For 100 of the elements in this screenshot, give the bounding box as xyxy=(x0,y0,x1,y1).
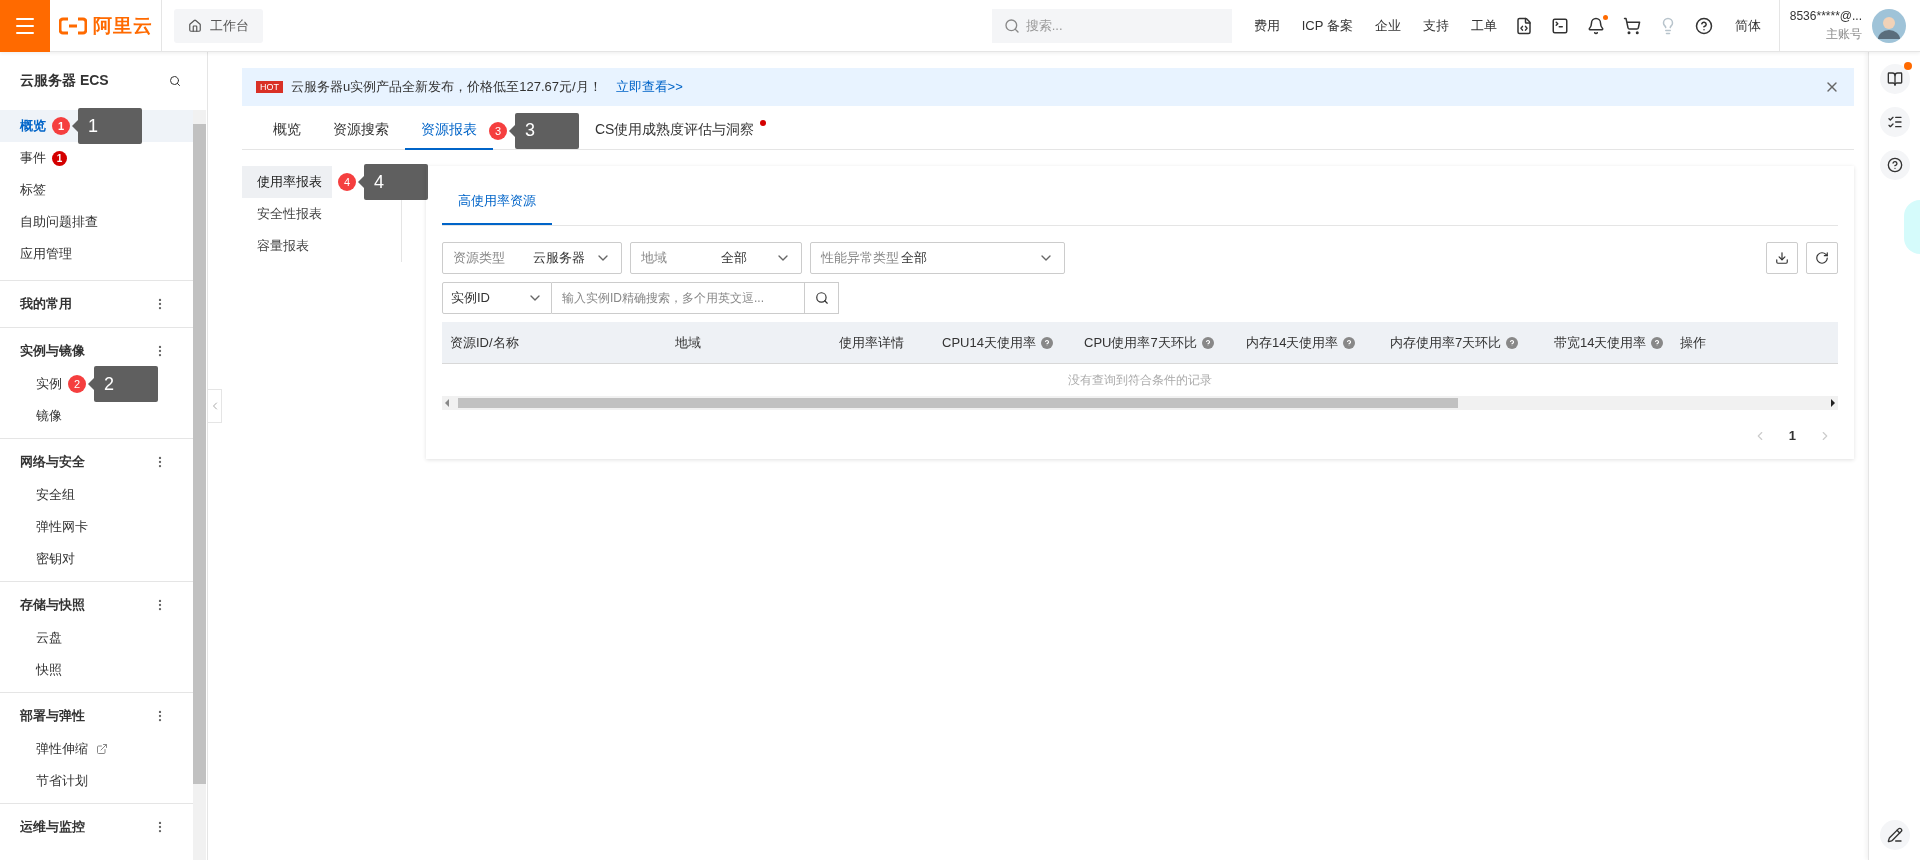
sidebar-item[interactable]: 密钥对 xyxy=(0,543,193,575)
cart-button[interactable] xyxy=(1622,16,1641,35)
menu-button[interactable] xyxy=(0,0,50,52)
help-button[interactable] xyxy=(1879,150,1910,180)
tab[interactable]: 概览 xyxy=(257,111,317,150)
search-icon xyxy=(814,291,829,305)
sidebar-item[interactable]: 概览 1 1 xyxy=(0,110,193,142)
sidebar-item[interactable]: 弹性伸缩 xyxy=(0,733,193,765)
search-icon[interactable] xyxy=(169,75,181,87)
workbench-button[interactable]: 工作台 xyxy=(174,8,263,43)
group-title[interactable]: 网络与安全 xyxy=(20,453,85,471)
step-badge: 3 xyxy=(489,121,507,140)
step-callout: 3 xyxy=(509,112,579,149)
bell-icon xyxy=(1586,16,1605,35)
language-link[interactable]: 简体 xyxy=(1734,16,1761,35)
report-nav-item[interactable]: 安全性报表 xyxy=(242,198,332,230)
bell-button[interactable] xyxy=(1586,16,1605,35)
nav-link[interactable]: 费用 xyxy=(1253,16,1280,35)
sidebar-item[interactable]: 云盘 xyxy=(0,622,193,654)
filter-select[interactable]: 资源类型 云服务器 xyxy=(442,242,622,274)
sidebar-item[interactable]: 事件 1 xyxy=(0,142,193,174)
nav-link[interactable]: 工单 xyxy=(1470,16,1497,35)
sidebar-item[interactable]: 节省计划 xyxy=(0,765,193,797)
download-button[interactable] xyxy=(1766,242,1798,274)
step-callout: 4 xyxy=(358,164,428,200)
checklist-icon xyxy=(1886,114,1903,130)
filter-select[interactable]: 地域 全部 xyxy=(630,242,802,274)
id-type-select[interactable]: 实例ID xyxy=(442,282,552,314)
tab[interactable]: CS使用成熟度评估与洞察 xyxy=(579,111,771,150)
help-icon xyxy=(1040,336,1053,349)
column-header: 内存使用率7天环比 xyxy=(1390,333,1502,352)
nav-link[interactable]: ICP 备案 xyxy=(1301,16,1353,35)
sidebar-item[interactable]: 镜像 xyxy=(0,400,193,432)
help-button[interactable] xyxy=(1694,16,1713,35)
download-icon xyxy=(1775,251,1789,265)
sidebar-item[interactable]: 弹性网卡 xyxy=(0,511,193,543)
sidebar-item[interactable]: 标签 xyxy=(0,174,193,206)
column-header: 资源ID/名称 xyxy=(450,333,519,352)
step-callout: 1 xyxy=(72,108,142,144)
account-name[interactable]: 8536*****@... xyxy=(1789,8,1862,23)
group-title[interactable]: 运维与监控 xyxy=(20,818,85,836)
sidebar-item[interactable]: 快照 xyxy=(0,654,193,686)
refresh-icon xyxy=(1815,251,1829,265)
external-link-icon xyxy=(96,743,108,755)
tab[interactable]: 高使用率资源 xyxy=(442,179,552,225)
column-header: 内存14天使用率 xyxy=(1246,333,1339,352)
help-icon xyxy=(1201,336,1214,349)
help-icon xyxy=(1343,336,1356,349)
nav-link[interactable]: 支持 xyxy=(1422,16,1449,35)
avatar[interactable] xyxy=(1872,8,1906,43)
help-icon xyxy=(1694,16,1713,35)
column-header: 带宽14天使用率 xyxy=(1554,333,1647,352)
book-button[interactable] xyxy=(1879,64,1910,94)
pencil-icon xyxy=(1886,827,1903,843)
notification-dot xyxy=(1602,14,1608,20)
scrollbar[interactable] xyxy=(193,110,206,860)
sidebar-item[interactable]: 实例 2 2 xyxy=(0,368,193,400)
hot-tag: HOT xyxy=(256,81,283,93)
account-role: 主账号 xyxy=(1826,25,1862,43)
logo-text: 阿里云 xyxy=(92,13,153,38)
group-title[interactable]: 我的常用 xyxy=(20,295,72,313)
banner-link[interactable]: 立即查看>> xyxy=(615,78,683,96)
code-file-icon xyxy=(1514,16,1533,35)
column-header: 操作 xyxy=(1680,333,1706,352)
column-header: 使用率详情 xyxy=(839,333,904,352)
step-badge: 1 xyxy=(52,117,70,135)
empty-message: 没有查询到符合条件的记录 xyxy=(1067,371,1213,389)
terminal-icon xyxy=(1550,16,1569,35)
sidebar-item[interactable]: 安全组 xyxy=(0,479,193,511)
notification-dot xyxy=(1903,62,1912,70)
refresh-button[interactable] xyxy=(1806,242,1838,274)
help-icon xyxy=(1651,336,1664,349)
step-callout: 2 xyxy=(88,366,158,402)
column-header: CPU14天使用率 xyxy=(942,333,1036,352)
group-title[interactable]: 部署与弹性 xyxy=(20,707,85,725)
help-icon xyxy=(1506,336,1519,349)
horizontal-scrollbar[interactable] xyxy=(442,396,1838,410)
code-button[interactable] xyxy=(1514,16,1533,35)
search-field[interactable]: 搜索... xyxy=(991,8,1232,43)
checklist-button[interactable] xyxy=(1879,107,1910,137)
collapse-handle[interactable] xyxy=(208,389,222,423)
nav-link[interactable]: 企业 xyxy=(1374,16,1401,35)
help-icon xyxy=(1886,157,1903,173)
page-button[interactable]: 1 xyxy=(1788,428,1796,443)
sidebar-title: 云服务器 ECS xyxy=(20,72,109,90)
edit-button[interactable] xyxy=(1879,820,1910,850)
group-title[interactable]: 实例与镜像 xyxy=(20,342,85,360)
step-badge: 4 xyxy=(338,173,356,191)
report-nav-item[interactable]: 容量报表 xyxy=(242,230,319,262)
group-title[interactable]: 存储与快照 xyxy=(20,596,85,614)
sidebar-item[interactable]: 应用管理 xyxy=(0,238,193,270)
filter-select[interactable]: 性能异常类型全部 xyxy=(810,242,1065,274)
cart-icon xyxy=(1622,16,1641,35)
report-nav-item[interactable]: 使用率报表 xyxy=(242,166,332,198)
id-search-field[interactable]: 输入实例ID精确搜索，多个用英文逗... xyxy=(552,282,805,314)
search-icon xyxy=(1003,17,1020,34)
search-button[interactable] xyxy=(805,282,839,314)
tab[interactable]: 资源搜索 xyxy=(317,111,405,150)
terminal-button[interactable] xyxy=(1550,16,1569,35)
sidebar-item[interactable]: 自助问题排查 xyxy=(0,206,193,238)
